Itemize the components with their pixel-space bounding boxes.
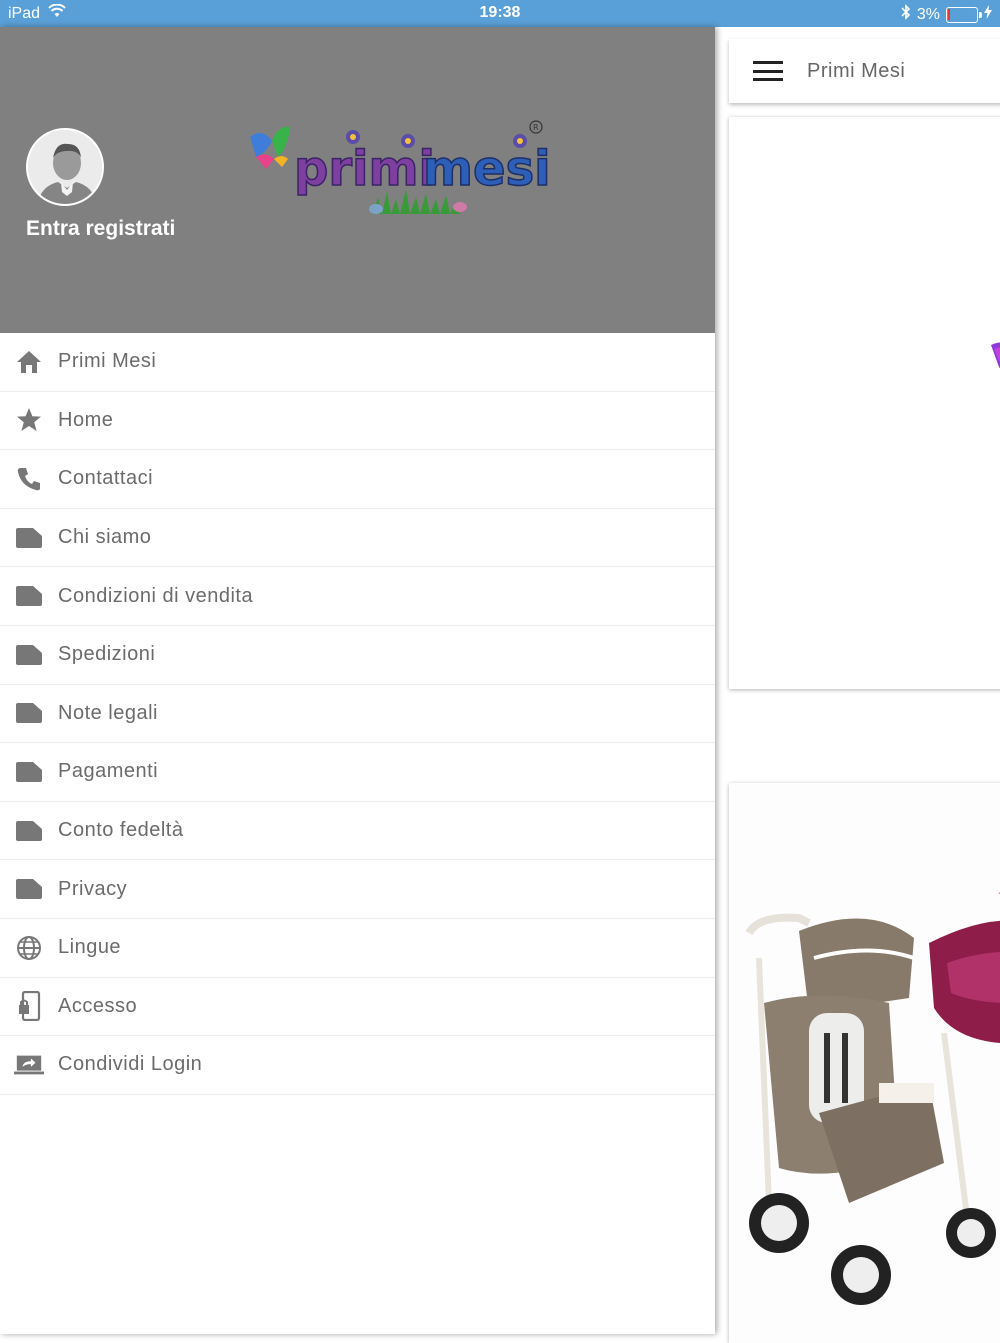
phone-lock-icon [14, 991, 44, 1022]
avatar[interactable] [26, 128, 104, 206]
menu-item-label: Condividi Login [58, 1053, 203, 1076]
status-bar: iPad 19:38 3% [0, 0, 1000, 27]
app-bar-title: Primi Mesi [807, 59, 906, 82]
menu-item-label: Lingue [58, 936, 122, 959]
butterfly-image [991, 342, 1000, 369]
primi-mesi-logo: primi mesi R [248, 119, 551, 219]
menu-item-label: Contattaci [58, 467, 154, 490]
folder-icon [14, 816, 44, 846]
menu-item-pagamenti[interactable]: Pagamenti [0, 743, 715, 802]
svg-text:R: R [533, 123, 539, 132]
clock: 19:38 [479, 4, 521, 21]
menu-item-chi-siamo[interactable]: Chi siamo [0, 509, 715, 568]
menu-item-label: Pagamenti [58, 760, 159, 783]
menu-item-privacy[interactable]: Privacy [0, 860, 715, 919]
menu-item-label: Note legali [58, 701, 159, 724]
login-link[interactable]: Entra registrati [26, 217, 175, 241]
menu-icon[interactable] [753, 61, 783, 81]
menu-item-spedizioni[interactable]: Spedizioni [0, 626, 715, 685]
battery-icon [946, 6, 982, 23]
drawer-menu: Primi Mesi Home Contattaci Chi siamo Condizi… [0, 333, 715, 1095]
product-card[interactable] [729, 783, 1000, 1343]
charging-icon [984, 5, 992, 24]
menu-item-label: Conto fedeltà [58, 819, 184, 842]
folder-icon [14, 640, 44, 670]
folder-icon [14, 523, 44, 553]
folder-icon [14, 757, 44, 787]
share-laptop-icon [14, 1050, 44, 1080]
app-bar: Primi Mesi [729, 39, 1000, 103]
folder-icon [14, 874, 44, 904]
menu-item-label: Primi Mesi [58, 350, 157, 373]
menu-item-label: Chi siamo [58, 526, 152, 549]
menu-item-contattaci[interactable]: Contattaci [0, 450, 715, 509]
menu-item-condizioni-di-vendita[interactable]: Condizioni di vendita [0, 567, 715, 626]
menu-item-primi-mesi[interactable]: Primi Mesi [0, 333, 715, 392]
menu-item-lingue[interactable]: Lingue [0, 919, 715, 978]
menu-item-conto-fedelt[interactable]: Conto fedeltà [0, 802, 715, 861]
main-content: Primi Mesi [715, 27, 1000, 1343]
banner-card[interactable] [729, 117, 1000, 689]
battery-percent: 3% [916, 5, 940, 23]
folder-icon [14, 698, 44, 728]
menu-item-home[interactable]: Home [0, 392, 715, 451]
stroller-image [729, 783, 1000, 1343]
menu-item-condividi-login[interactable]: Condividi Login [0, 1036, 715, 1095]
home-icon [14, 347, 44, 377]
menu-item-note-legali[interactable]: Note legali [0, 685, 715, 744]
bluetooth-icon [901, 4, 911, 25]
menu-item-label: Condizioni di vendita [58, 584, 254, 607]
navigation-drawer: Entra registrati primi mesi R Primi Mesi… [0, 27, 715, 1334]
folder-icon [14, 581, 44, 611]
star-icon [14, 405, 44, 435]
menu-item-label: Spedizioni [58, 643, 156, 666]
phone-icon [14, 464, 44, 494]
menu-item-accesso[interactable]: Accesso [0, 978, 715, 1037]
user-avatar-icon [28, 130, 102, 204]
menu-item-label: Privacy [58, 877, 128, 900]
drawer-header: Entra registrati primi mesi R [0, 27, 715, 333]
svg-text:mesi: mesi [423, 141, 548, 197]
globe-icon [14, 933, 44, 963]
menu-item-label: Accesso [58, 994, 138, 1017]
menu-item-label: Home [58, 408, 114, 431]
svg-text:primi: primi [294, 141, 435, 197]
